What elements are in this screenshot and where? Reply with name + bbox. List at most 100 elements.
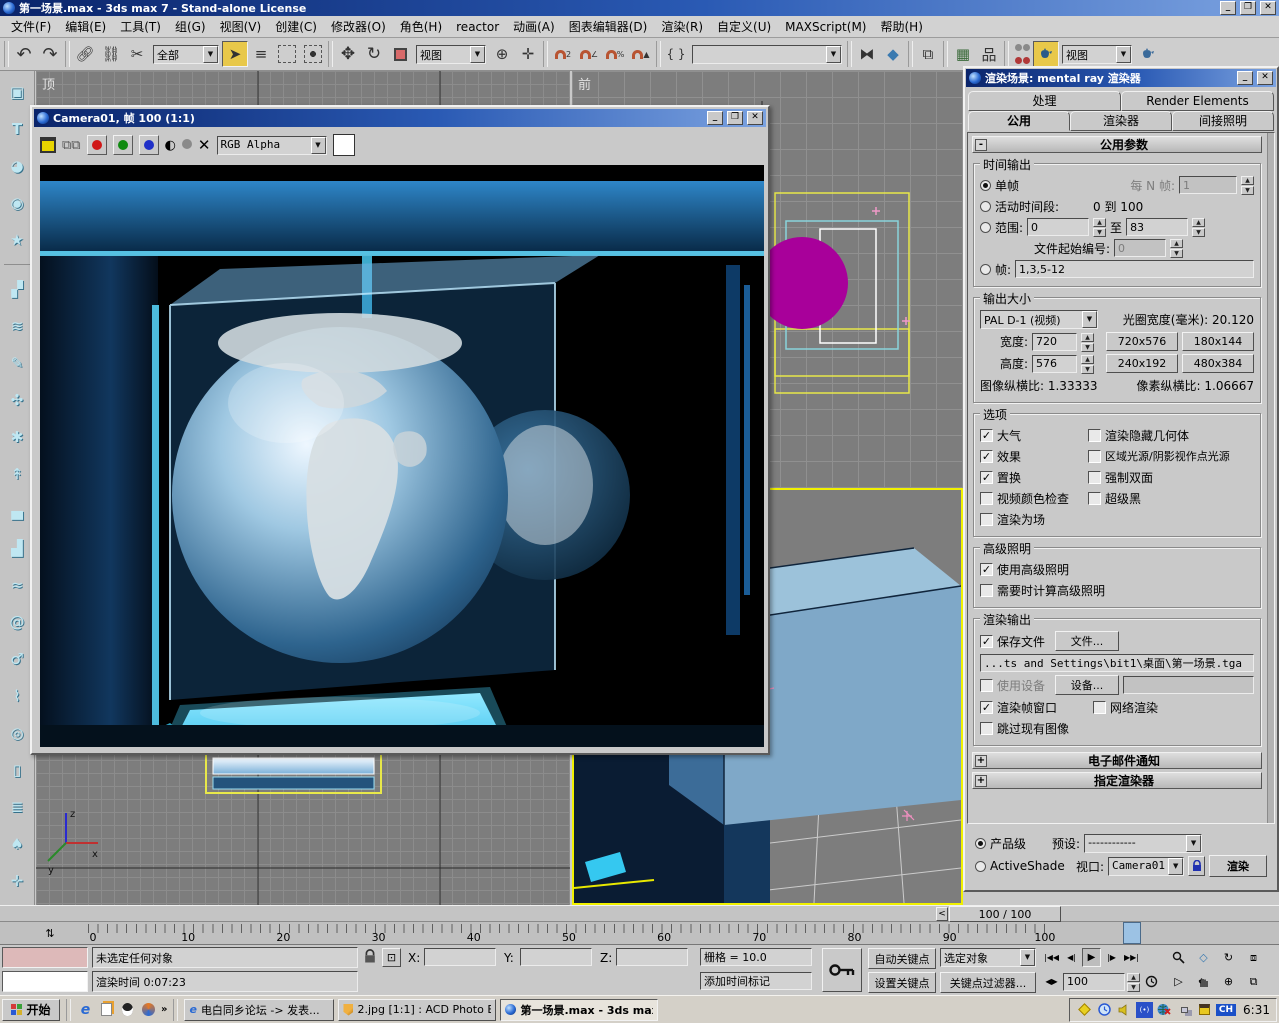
rollout-assign-renderer[interactable]: + 指定渲染器 [972, 772, 1262, 789]
compute-advanced-lighting-checkbox[interactable] [980, 584, 993, 597]
menu-edit[interactable]: 编辑(E) [58, 16, 113, 37]
redo-icon[interactable]: ↷ [37, 41, 63, 67]
tab-renderer[interactable]: 渲染器 [1070, 111, 1172, 131]
menu-character[interactable]: 角色(H) [393, 16, 449, 37]
menu-maxscript[interactable]: MAXScript(M) [778, 18, 873, 36]
flashlight-icon[interactable]: ✎ [3, 350, 31, 376]
range-from-spinner[interactable]: ▲▼ [1093, 218, 1106, 236]
current-frame-marker[interactable] [1123, 922, 1141, 944]
selection-filter-dropdown[interactable]: 全部▼ [153, 45, 219, 64]
reference-coordinate-dropdown[interactable]: 视图▼ [416, 45, 486, 64]
time-configuration-icon[interactable] [1142, 972, 1161, 991]
field-of-view-icon[interactable]: ▷ [1168, 972, 1189, 991]
activeshade-radio[interactable] [975, 861, 986, 872]
frame-spinner[interactable]: ▲▼ [1127, 973, 1140, 991]
dialog-titlebar[interactable]: 渲染场景: mental ray 渲染器 _ ✕ [966, 69, 1276, 87]
preset-dropdown[interactable]: ------------▼ [1084, 834, 1202, 853]
shirt-icon[interactable]: T [3, 116, 31, 142]
rectangular-selection-region-icon[interactable] [278, 45, 296, 63]
width-field[interactable]: 720 [1032, 333, 1077, 351]
use-device-checkbox[interactable] [980, 679, 993, 692]
range-radio[interactable] [980, 222, 991, 233]
close-icon[interactable]: ✕ [747, 111, 763, 125]
menu-graph-editors[interactable]: 图表编辑器(D) [562, 16, 655, 37]
frames-field[interactable]: 1,3,5-12 [1015, 260, 1254, 278]
cubes-icon[interactable]: ▣ [3, 79, 31, 105]
files-button[interactable]: 文件... [1055, 631, 1119, 651]
menu-views[interactable]: 视图(V) [213, 16, 269, 37]
close-icon[interactable]: ✕ [1257, 71, 1273, 85]
background-color-swatch[interactable] [333, 134, 355, 156]
person-icon[interactable]: ♂ [3, 646, 31, 672]
snap-toggle-3d-icon[interactable]: 2 [550, 41, 576, 67]
bind-to-spacewarp-icon[interactable]: ✂︎ [124, 41, 150, 67]
expand-icon[interactable]: + [975, 755, 987, 767]
stairs-icon[interactable]: ≣ [3, 794, 31, 820]
resolution-180x144-button[interactable]: 180x144 [1182, 332, 1254, 351]
channel-display-dropdown[interactable]: RGB Alpha▼ [217, 136, 327, 155]
render-button[interactable]: 渲染 [1209, 855, 1267, 877]
frames-radio[interactable] [980, 264, 991, 275]
pan-hand-icon[interactable] [1193, 972, 1214, 991]
every-n-spinner[interactable]: ▲▼ [1241, 176, 1254, 194]
select-and-scale-icon[interactable] [387, 41, 413, 67]
go-to-start-icon[interactable]: |◀◀ [1042, 948, 1061, 967]
schematic-view-icon[interactable]: 品 [976, 41, 1002, 67]
tab-indirect-illumination[interactable]: 间接照明 [1172, 111, 1274, 131]
dialog-scrollbar[interactable] [1267, 133, 1274, 823]
set-keys-key-icon[interactable] [822, 948, 862, 992]
save-file-checkbox[interactable] [980, 635, 993, 648]
resolution-720x576-button[interactable]: 720x576 [1106, 332, 1178, 351]
close-icon[interactable]: ✕ [1260, 1, 1276, 15]
wrench-icon[interactable]: ✛ [3, 868, 31, 894]
angle-snap-icon[interactable]: ∠ [576, 41, 602, 67]
tab-render-elements[interactable]: Render Elements [1121, 91, 1274, 111]
alpha-channel-icon[interactable] [182, 138, 192, 152]
ring-icon[interactable]: ◎ [3, 720, 31, 746]
select-and-manipulate-icon[interactable]: ✛ [515, 41, 541, 67]
percent-snap-icon[interactable]: % [602, 41, 628, 67]
ie-quicklaunch-icon[interactable]: e [77, 1002, 94, 1018]
checker-cube-icon[interactable]: ▞ [3, 276, 31, 302]
devices-button[interactable]: 设备... [1055, 675, 1119, 695]
effects-checkbox[interactable] [980, 450, 993, 463]
every-n-field[interactable]: 1 [1179, 176, 1237, 194]
selection-lock-icon[interactable] [364, 949, 376, 967]
minimize-icon[interactable]: _ [1237, 71, 1253, 85]
height-spinner[interactable]: ▲▼ [1081, 355, 1094, 373]
selected-objects-dropdown[interactable]: 选定对象▼ [940, 948, 1036, 967]
editor-quicklaunch-icon[interactable] [98, 1002, 115, 1018]
super-black-checkbox[interactable] [1088, 492, 1101, 505]
select-by-name-icon[interactable]: ≡ [248, 41, 274, 67]
tray-signal-icon[interactable]: (•) [1136, 1002, 1153, 1018]
mini-curve-editor-icon[interactable]: ⇅ [40, 924, 60, 943]
blue-channel-icon[interactable] [139, 135, 159, 155]
named-selection-dropdown[interactable]: ▼ [692, 45, 842, 64]
output-preset-dropdown[interactable]: PAL D-1 (视频)▼ [980, 310, 1098, 329]
menu-customize[interactable]: 自定义(U) [710, 16, 778, 37]
viewport-dropdown[interactable]: Camera01▼ [1108, 857, 1184, 876]
render-window-titlebar[interactable]: Camera01, 帧 100 (1:1) _ ❐ ✕ [34, 109, 766, 127]
tab-common[interactable]: 公用 [968, 111, 1070, 131]
video-color-check-checkbox[interactable] [980, 492, 993, 505]
single-frame-radio[interactable] [980, 180, 991, 191]
menu-tools[interactable]: 工具(T) [113, 16, 168, 37]
save-bitmap-icon[interactable] [40, 137, 56, 153]
waves-icon[interactable]: ≈ [3, 572, 31, 598]
tray-diamond-icon[interactable] [1076, 1002, 1093, 1018]
previous-frame-icon[interactable]: ◀| [1062, 948, 1081, 967]
weathervane-icon[interactable]: ↟ [3, 461, 31, 487]
named-selection-sets-icon[interactable]: { } [663, 41, 689, 67]
current-frame-field[interactable]: 100 [1063, 973, 1125, 991]
task-button-3dsmax-active[interactable]: 第一场景.max - 3ds max... [500, 999, 658, 1021]
menu-help[interactable]: 帮助(H) [873, 16, 929, 37]
menu-create[interactable]: 创建(C) [268, 16, 324, 37]
unlink-selection-icon[interactable]: ⛓︎ [98, 41, 124, 67]
gear-icon[interactable]: ✱ [3, 424, 31, 450]
key-filters-button[interactable]: 关键点过滤器... [940, 972, 1036, 993]
layer-manager-icon[interactable]: ⧉ [915, 41, 941, 67]
menu-rendering[interactable]: 渲染(R) [654, 16, 710, 37]
quick-render-icon[interactable] [1135, 41, 1161, 67]
zoom-region-icon[interactable]: ⧈ [1243, 948, 1264, 967]
monochrome-channel-icon[interactable]: ◐ [165, 138, 176, 153]
